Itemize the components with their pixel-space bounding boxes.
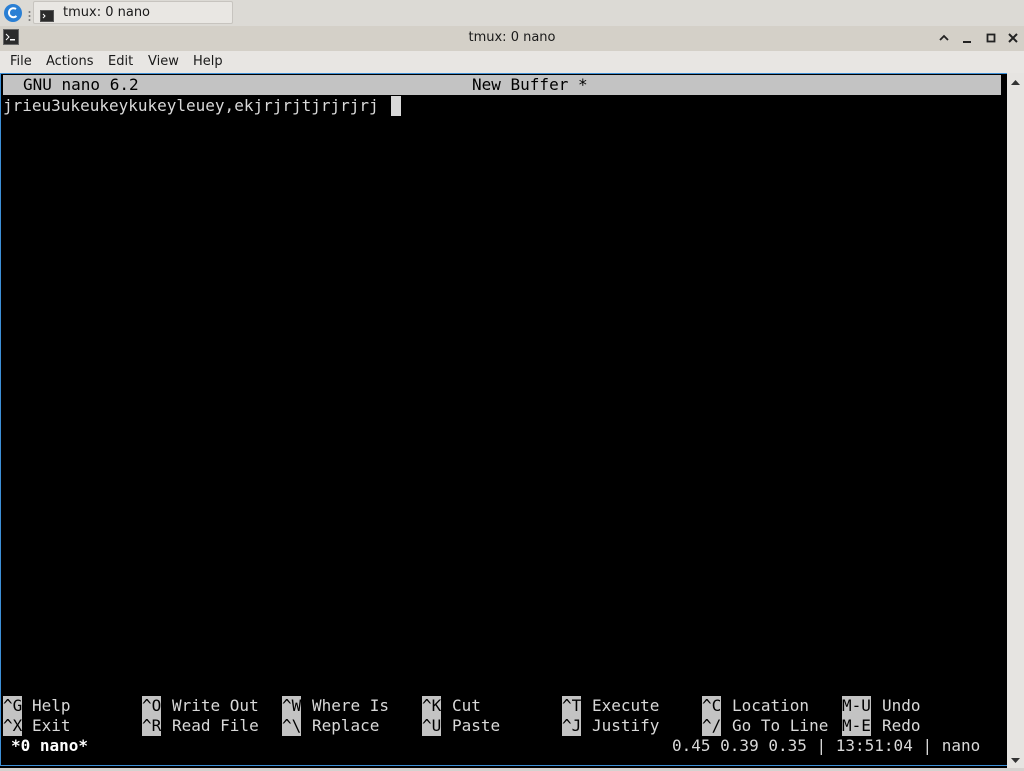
shortcut-key-write-out: ^O <box>142 696 162 716</box>
shortcut-key-cut: ^K <box>422 696 442 716</box>
shortcut-key-help: ^G <box>3 696 23 716</box>
shortcut-key-exit: ^X <box>3 716 23 736</box>
shortcut-label-redo: Redo <box>882 716 921 735</box>
shortcut-key-justify: ^J <box>562 716 582 736</box>
menu-file[interactable]: File <box>10 54 32 69</box>
shortcut-key-redo: M-E <box>842 716 871 736</box>
shortcut-label-write-out: Write Out <box>172 696 259 715</box>
menu-edit[interactable]: Edit <box>108 54 133 69</box>
shortcut-label-read-file: Read File <box>172 716 259 735</box>
shortcut-label-location: Location <box>732 696 810 715</box>
scroll-up-arrow-icon[interactable] <box>1007 75 1024 89</box>
terminal-area[interactable] <box>0 73 1024 768</box>
text-cursor <box>391 96 401 116</box>
buffer-text[interactable]: jrieu3ukeukeykukeyleuey,ekjrjrjtjrjrjrj <box>3 96 379 116</box>
terminal-icon <box>40 7 54 22</box>
shortcut-key-go-to-line: ^/ <box>702 716 722 736</box>
shortcut-key-read-file: ^R <box>142 716 162 736</box>
shortcut-key-paste: ^U <box>422 716 442 736</box>
debian-swirl-icon[interactable] <box>3 3 23 23</box>
terminal-scrollbar[interactable] <box>1007 73 1024 768</box>
shortcut-key-undo: M-U <box>842 696 871 716</box>
maximize-icon[interactable] <box>982 29 1000 47</box>
shortcut-label-replace: Replace <box>312 716 380 735</box>
shortcut-label-help: Help <box>32 696 71 715</box>
shortcut-label-where-is: Where Is <box>312 696 390 715</box>
shortcut-label-justify: Justify <box>592 716 660 735</box>
nano-filename: New Buffer * <box>472 75 588 94</box>
window-title: tmux: 0 nano <box>468 30 556 45</box>
taskbar-window-button[interactable]: tmux: 0 nano <box>33 1 233 24</box>
shortcut-key-where-is: ^W <box>282 696 302 716</box>
shortcut-label-undo: Undo <box>882 696 921 715</box>
shortcut-key-execute: ^T <box>562 696 582 716</box>
window-titlebar[interactable]: tmux: 0 nano <box>0 26 1024 51</box>
minimize-icon[interactable] <box>958 29 976 47</box>
menubar: File Actions Edit View Help <box>0 51 1024 73</box>
scroll-down-arrow-icon[interactable] <box>1007 752 1024 766</box>
taskbar: tmux: 0 nano <box>0 0 1024 27</box>
menu-actions[interactable]: Actions <box>46 54 94 69</box>
taskbar-separator <box>28 7 31 21</box>
nano-title-bar: GNU nano 6.2 New Buffer * <box>3 75 1001 95</box>
menu-view[interactable]: View <box>148 54 179 69</box>
nano-version: GNU nano 6.2 <box>23 75 139 94</box>
shortcut-label-cut: Cut <box>452 696 481 715</box>
close-icon[interactable] <box>1004 29 1022 47</box>
shortcut-label-go-to-line: Go To Line <box>732 716 829 735</box>
menu-help[interactable]: Help <box>193 54 223 69</box>
shortcut-key-replace: ^\ <box>282 716 302 736</box>
taskbar-window-title: tmux: 0 nano <box>63 5 151 20</box>
chevron-up-icon[interactable] <box>935 29 953 47</box>
shortcut-key-location: ^C <box>702 696 722 716</box>
shortcut-label-execute: Execute <box>592 696 660 715</box>
tmux-window-indicator: *0 nano* <box>11 736 89 755</box>
shortcut-label-paste: Paste <box>452 716 501 735</box>
shortcut-label-exit: Exit <box>32 716 71 735</box>
tmux-status-right: 0.45 0.39 0.35 | 13:51:04 | nano <box>672 736 981 755</box>
